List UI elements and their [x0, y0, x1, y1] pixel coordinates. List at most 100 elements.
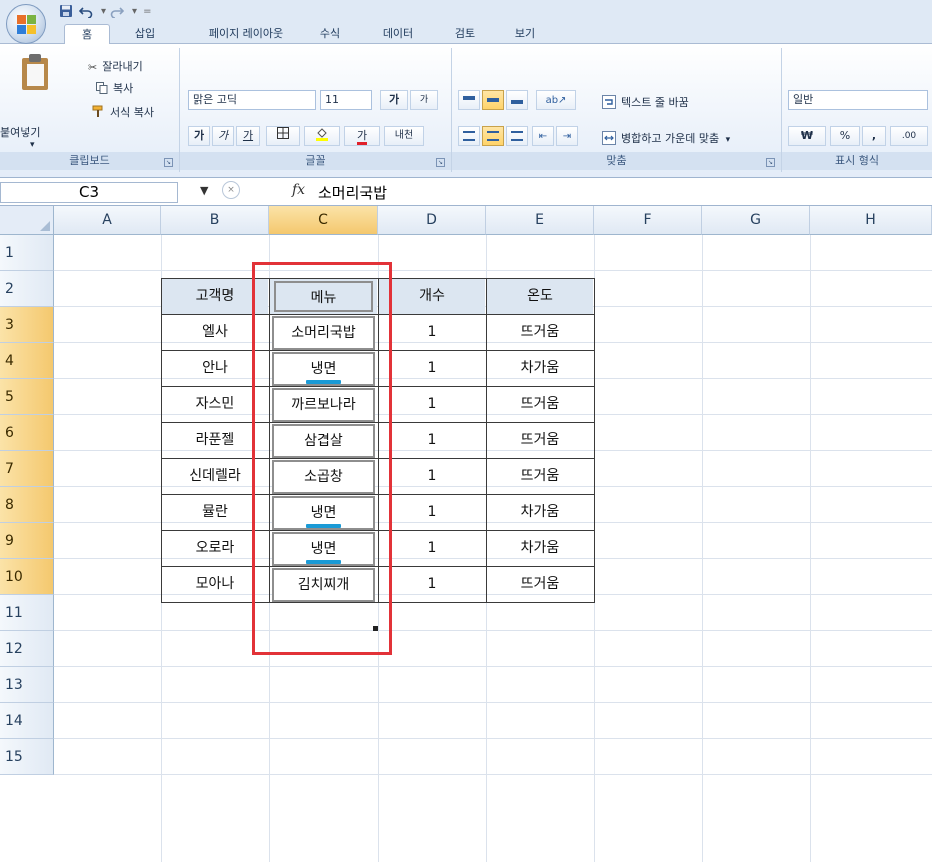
shrink-font-button[interactable]: 가 — [410, 90, 438, 110]
table-cell-temperature[interactable]: 뜨거움 — [487, 315, 593, 350]
align-top-button[interactable] — [458, 90, 480, 110]
tab-data[interactable]: 데이터 — [368, 24, 428, 44]
row-header-12[interactable]: 12 — [0, 631, 54, 667]
currency-button[interactable]: ₩ — [788, 126, 826, 146]
undo-icon[interactable] — [78, 3, 94, 19]
column-header-a[interactable]: A — [54, 206, 161, 235]
align-bottom-button[interactable] — [506, 90, 528, 110]
save-icon[interactable] — [58, 3, 74, 19]
row-header-9[interactable]: 9 — [0, 523, 54, 559]
row-header-4[interactable]: 4 — [0, 343, 54, 379]
table-cell-count[interactable]: 1 — [379, 351, 485, 386]
table-cell-count[interactable]: 1 — [379, 531, 485, 566]
table-cell-count[interactable]: 1 — [379, 387, 485, 422]
table-cell-temperature[interactable]: 뜨거움 — [487, 459, 593, 494]
column-header-c[interactable]: C — [269, 206, 378, 235]
column-header-h[interactable]: H — [810, 206, 932, 235]
worksheet-grid[interactable]: A B C D E F G H 1 2 3 4 5 6 7 8 9 10 11 … — [0, 206, 932, 862]
redo-icon[interactable] — [109, 3, 125, 19]
name-box-dropdown-icon[interactable]: ▼ — [200, 184, 208, 197]
table-cell-count[interactable]: 1 — [379, 315, 485, 350]
table-cell-count[interactable]: 1 — [379, 495, 485, 530]
borders-button[interactable] — [266, 126, 300, 146]
column-header-d[interactable]: D — [378, 206, 486, 235]
column-header-b[interactable]: B — [161, 206, 269, 235]
row-header-2[interactable]: 2 — [0, 271, 54, 307]
table-cell-count[interactable]: 1 — [379, 459, 485, 494]
tab-page-layout[interactable]: 페이지 레이아웃 — [196, 24, 296, 44]
tab-insert[interactable]: 삽입 — [122, 24, 168, 44]
tab-home[interactable]: 홈 — [64, 24, 110, 44]
formula-input[interactable]: 소머리국밥 — [318, 182, 387, 203]
tab-view[interactable]: 보기 — [500, 24, 550, 44]
row-header-10[interactable]: 10 — [0, 559, 54, 595]
font-size-select[interactable]: 11 — [320, 90, 372, 110]
phonetic-guide-button[interactable]: 내천 — [384, 126, 424, 146]
grow-font-button[interactable]: 가 — [380, 90, 408, 110]
orientation-button[interactable]: ab↗ — [536, 90, 576, 110]
font-color-button[interactable]: 가 — [344, 126, 380, 146]
paste-dropdown-arrow[interactable]: ▾ — [30, 140, 35, 150]
office-button[interactable] — [6, 4, 46, 44]
insert-function-button[interactable]: fx — [292, 182, 305, 198]
percent-button[interactable]: % — [830, 126, 860, 146]
row-header-13[interactable]: 13 — [0, 667, 54, 703]
cut-button[interactable]: ✂ 잘라내기 — [88, 58, 143, 74]
merge-dropdown-arrow[interactable]: ▾ — [726, 135, 731, 145]
row-header-14[interactable]: 14 — [0, 703, 54, 739]
align-middle-button[interactable] — [482, 90, 504, 110]
paste-button[interactable]: 붙여넣기 — [0, 124, 40, 140]
table-cell-temperature[interactable]: 차가움 — [487, 351, 593, 386]
copy-button[interactable]: 복사 — [96, 80, 133, 97]
column-header-e[interactable]: E — [486, 206, 594, 235]
table-cell-temperature[interactable]: 뜨거움 — [487, 423, 593, 458]
table-cell-temperature[interactable]: 차가움 — [487, 495, 593, 530]
table-cell-temperature[interactable]: 뜨거움 — [487, 387, 593, 422]
row-header-1[interactable]: 1 — [0, 235, 54, 271]
undo-dropdown-arrow[interactable]: ▾ — [101, 6, 106, 17]
name-box[interactable]: C3 — [0, 182, 178, 203]
row-header-7[interactable]: 7 — [0, 451, 54, 487]
merge-center-button[interactable]: 병합하고 가운데 맞춤 ▾ — [602, 130, 730, 148]
font-dialog-launcher[interactable]: ↘ — [436, 158, 445, 167]
alignment-dialog-launcher[interactable]: ↘ — [766, 158, 775, 167]
clipboard-dialog-launcher[interactable]: ↘ — [164, 158, 173, 167]
row-header-8[interactable]: 8 — [0, 487, 54, 523]
table-cell-temperature[interactable]: 뜨거움 — [487, 567, 593, 602]
column-header-f[interactable]: F — [594, 206, 702, 235]
row-header-5[interactable]: 5 — [0, 379, 54, 415]
formula-cancel-icon[interactable]: × — [222, 181, 240, 199]
align-left-button[interactable] — [458, 126, 480, 146]
table-header-count[interactable]: 개수 — [379, 279, 485, 314]
row-header-3[interactable]: 3 — [0, 307, 54, 343]
align-center-button[interactable] — [482, 126, 504, 146]
table-cell-count[interactable]: 1 — [379, 567, 485, 602]
underline-button[interactable]: 가 — [236, 126, 260, 146]
comma-button[interactable]: , — [862, 126, 886, 146]
decrease-indent-button[interactable]: ⇤ — [532, 126, 554, 146]
font-name-select[interactable]: 맑은 고딕 — [188, 90, 316, 110]
fill-color-button[interactable] — [304, 126, 340, 146]
increase-indent-button[interactable]: ⇥ — [556, 126, 578, 146]
table-header-temperature[interactable]: 온도 — [487, 279, 593, 314]
bold-button[interactable]: 가 — [188, 126, 210, 146]
tab-formulas[interactable]: 수식 — [306, 24, 354, 44]
column-header-g[interactable]: G — [702, 206, 810, 235]
redo-dropdown-arrow[interactable]: ▾ — [132, 6, 137, 17]
wrap-text-label: 텍스트 줄 바꿈 — [621, 96, 689, 109]
align-right-button[interactable] — [506, 126, 528, 146]
customize-toolbar-arrow[interactable]: = — [143, 6, 151, 17]
italic-button[interactable]: 가 — [212, 126, 234, 146]
wrap-text-button[interactable]: 텍스트 줄 바꿈 — [602, 94, 689, 112]
number-format-select[interactable]: 일반 — [788, 90, 928, 110]
tab-review[interactable]: 검토 — [440, 24, 490, 44]
row-header-11[interactable]: 11 — [0, 595, 54, 631]
paste-icon[interactable] — [18, 52, 54, 92]
increase-decimal-button[interactable]: .00 — [890, 126, 928, 146]
table-cell-temperature[interactable]: 차가움 — [487, 531, 593, 566]
row-header-6[interactable]: 6 — [0, 415, 54, 451]
row-header-15[interactable]: 15 — [0, 739, 54, 775]
table-cell-count[interactable]: 1 — [379, 423, 485, 458]
format-painter-button[interactable]: 서식 복사 — [92, 104, 154, 121]
select-all-button[interactable] — [0, 206, 54, 235]
